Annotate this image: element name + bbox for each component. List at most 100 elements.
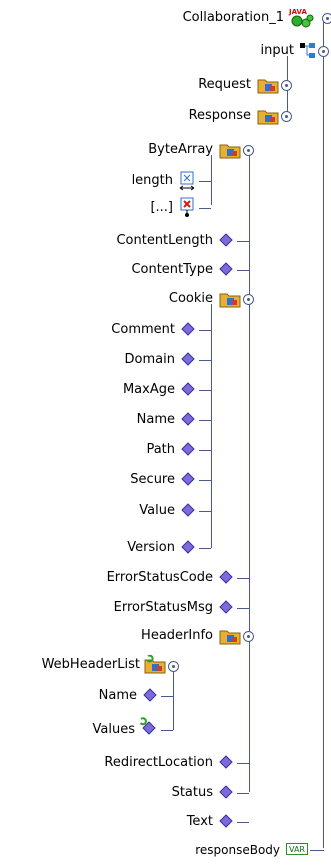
node-label: HeaderInfo <box>141 628 213 643</box>
diamond-field-icon <box>143 688 157 710</box>
node-input[interactable]: input <box>0 40 329 62</box>
node-webheaderlist[interactable]: WebHeaderList <box>0 654 179 676</box>
java-collaboration-icon: JAVA <box>288 7 318 37</box>
node-label: Name <box>136 412 175 427</box>
node-length[interactable]: length <box>0 170 211 192</box>
node-status[interactable]: Status <box>0 782 249 807</box>
node-label: Name <box>98 688 137 703</box>
node-name-header[interactable]: Name <box>0 685 173 710</box>
node-array-element[interactable]: [...] <box>0 197 211 219</box>
node-label: WebHeaderList <box>41 657 140 672</box>
array-element-icon <box>179 197 195 225</box>
diamond-field-icon <box>219 233 233 255</box>
node-maxage[interactable]: MaxAge <box>0 379 211 404</box>
connector-knob[interactable] <box>281 80 292 91</box>
node-label: responseBody <box>195 843 280 857</box>
connector-bytearray <box>211 155 212 205</box>
node-label: Path <box>146 442 175 457</box>
node-value[interactable]: Value <box>0 500 211 525</box>
folder-class-icon <box>219 142 241 167</box>
node-label: ContentLength <box>116 233 213 248</box>
object-tree: JAVA Collaboration_1 input Request Respo… <box>0 0 331 868</box>
node-bytearray[interactable]: ByteArray <box>0 139 254 161</box>
node-label: ByteArray <box>148 142 213 157</box>
node-values[interactable]: Values <box>0 716 173 744</box>
folder-class-icon <box>257 108 279 133</box>
node-secure[interactable]: Secure <box>0 469 211 494</box>
node-label: Secure <box>130 472 175 487</box>
node-label: Domain <box>124 352 175 367</box>
node-responsebody[interactable]: VAR responseBody <box>0 839 324 861</box>
diamond-field-icon <box>219 600 233 622</box>
node-errorstatusmsg[interactable]: ErrorStatusMsg <box>0 597 249 622</box>
input-node-icon <box>300 43 316 67</box>
connector-webheaderlist <box>173 670 174 730</box>
diamond-field-icon <box>181 382 195 404</box>
connector-knob[interactable] <box>322 13 331 24</box>
node-label: Text <box>186 814 213 829</box>
connector-cookie <box>211 304 212 548</box>
diamond-field-icon <box>181 472 195 494</box>
node-comment[interactable]: Comment <box>0 319 211 344</box>
node-label: ContentType <box>131 262 213 277</box>
node-label: Collaboration_1 <box>182 10 284 25</box>
svg-text:JAVA: JAVA <box>288 8 307 16</box>
connector-knob[interactable] <box>168 661 179 672</box>
connector-knob[interactable] <box>318 46 329 57</box>
diamond-field-icon <box>181 442 195 464</box>
node-path[interactable]: Path <box>0 439 211 464</box>
connector-knob[interactable] <box>243 294 254 305</box>
node-label: ErrorStatusMsg <box>113 600 213 615</box>
connector-response <box>249 155 250 792</box>
diamond-field-icon <box>219 785 233 807</box>
node-domain[interactable]: Domain <box>0 349 211 374</box>
node-label: MaxAge <box>122 382 175 397</box>
diamond-field-icon <box>181 503 195 525</box>
svg-text:VAR: VAR <box>289 845 305 854</box>
node-contentlength[interactable]: ContentLength <box>0 230 249 255</box>
diamond-field-icon <box>181 412 195 434</box>
node-label: length <box>131 173 173 188</box>
diamond-field-icon <box>219 570 233 592</box>
node-label: RedirectLocation <box>104 755 213 770</box>
folder-class-icon <box>219 291 241 316</box>
node-label: [...] <box>150 200 173 215</box>
node-redirectlocation[interactable]: RedirectLocation <box>0 752 249 777</box>
connector-root <box>323 22 324 848</box>
node-text[interactable]: Text <box>0 811 249 836</box>
node-collaboration[interactable]: JAVA Collaboration_1 <box>0 7 331 29</box>
node-version[interactable]: Version <box>0 537 211 562</box>
node-label: Values <box>92 722 135 737</box>
diamond-field-icon <box>219 755 233 777</box>
diamond-field-icon <box>219 814 233 836</box>
connector-knob[interactable] <box>243 631 254 642</box>
node-label: Cookie <box>168 291 213 306</box>
node-label: Response <box>188 108 251 123</box>
node-label: Status <box>171 785 213 800</box>
diamond-field-icon <box>181 352 195 374</box>
node-contenttype[interactable]: ContentType <box>0 259 249 284</box>
node-label: Request <box>198 77 251 92</box>
var-icon: VAR <box>286 843 308 865</box>
node-headerinfo[interactable]: HeaderInfo <box>0 625 254 647</box>
folder-class-icon <box>219 628 241 653</box>
diamond-field-icon <box>219 262 233 284</box>
node-name[interactable]: Name <box>0 409 211 434</box>
node-label: ErrorStatusCode <box>106 570 213 585</box>
connector-knob[interactable] <box>243 145 254 156</box>
connector-knob[interactable] <box>281 111 292 122</box>
node-label: Comment <box>111 322 175 337</box>
diamond-repeating-icon <box>139 716 157 744</box>
folder-class-icon <box>257 77 279 102</box>
diamond-field-icon <box>181 540 195 562</box>
node-label: Version <box>127 540 175 555</box>
folder-list-icon <box>144 654 166 683</box>
diamond-field-icon <box>181 322 195 344</box>
array-length-icon <box>179 171 195 199</box>
node-cookie[interactable]: Cookie <box>0 288 254 310</box>
node-label: input <box>260 43 294 58</box>
node-errorstatuscode[interactable]: ErrorStatusCode <box>0 567 249 592</box>
node-request[interactable]: Request <box>0 74 292 96</box>
node-label: Value <box>139 503 175 518</box>
node-response[interactable]: Response <box>0 105 292 127</box>
